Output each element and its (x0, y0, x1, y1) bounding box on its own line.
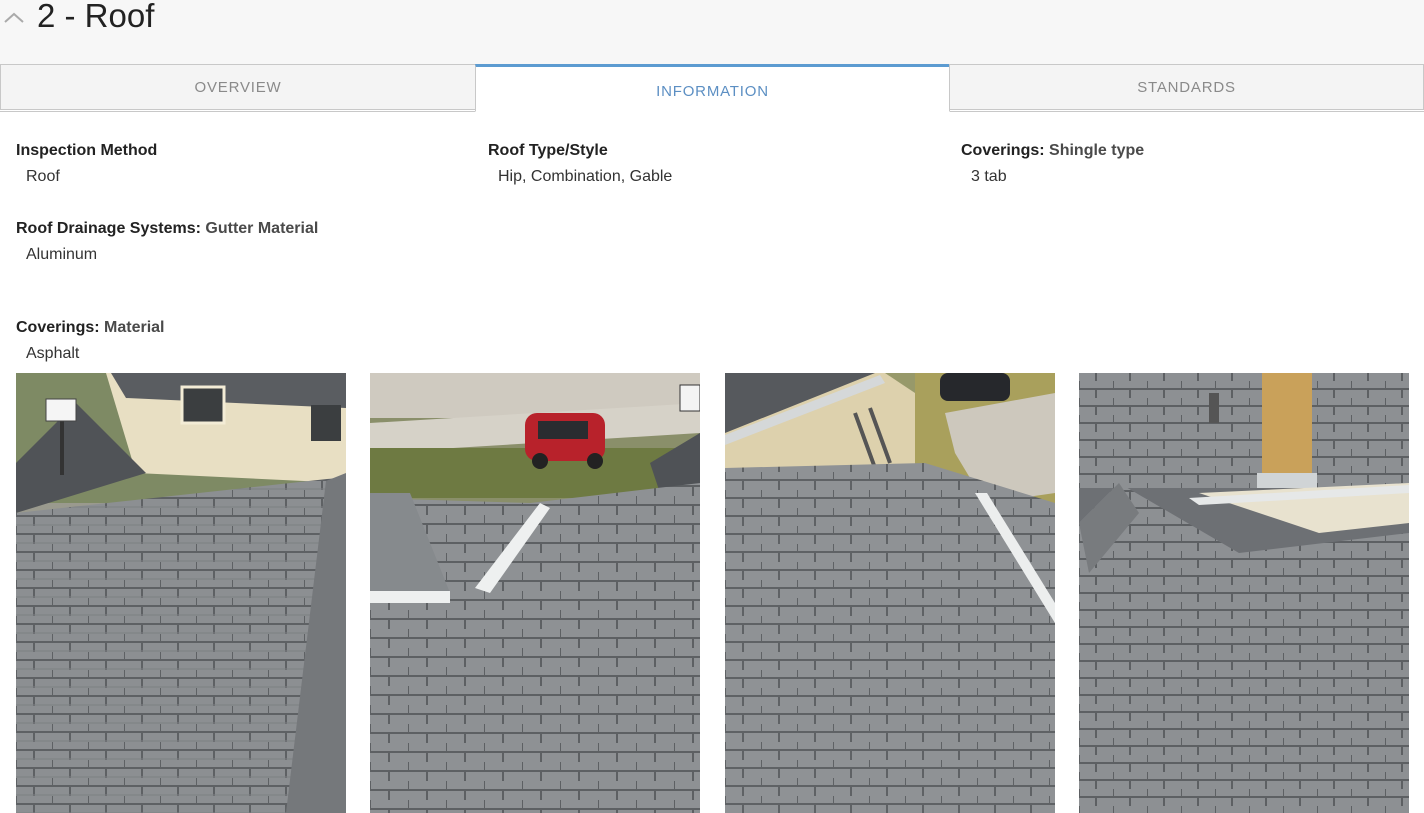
info-value: Roof (26, 168, 60, 185)
info-label: Roof Type/Style (488, 142, 608, 159)
info-value: Hip, Combination, Gable (498, 168, 673, 185)
tab-label: INFORMATION (656, 82, 769, 100)
roof-photo-2[interactable] (370, 373, 700, 813)
info-inspection-method: Inspection Method Roof (16, 141, 157, 187)
info-gutter-material: Roof Drainage Systems: Gutter Material A… (16, 219, 318, 265)
info-value: Asphalt (26, 345, 80, 362)
tab-label: OVERVIEW (194, 78, 282, 96)
tab-label: STANDARDS (1137, 78, 1236, 96)
roof-photo-3[interactable] (725, 373, 1055, 813)
info-value: 3 tab (971, 168, 1007, 185)
roof-photo-4[interactable] (1079, 373, 1409, 813)
info-label: Inspection Method (16, 142, 158, 159)
info-label: Coverings: Material (16, 319, 165, 336)
section-title: 2 - Roof (37, 0, 155, 34)
info-sublabel: Gutter Material (205, 220, 319, 237)
info-label: Coverings: Shingle type (961, 142, 1145, 159)
tab-standards[interactable]: STANDARDS (949, 64, 1424, 110)
info-roof-type: Roof Type/Style Hip, Combination, Gable (488, 141, 672, 187)
info-label: Roof Drainage Systems: Gutter Material (16, 220, 319, 237)
chevron-up-icon[interactable] (2, 6, 26, 30)
tab-bar: OVERVIEW INFORMATION STANDARDS (0, 64, 1424, 112)
info-sublabel: Material (104, 319, 165, 336)
section-header: 2 - Roof (0, 0, 1424, 64)
info-covering-material: Coverings: Material Asphalt (16, 318, 165, 364)
info-sublabel: Shingle type (1049, 142, 1145, 159)
car (525, 413, 605, 469)
tab-information[interactable]: INFORMATION (475, 64, 950, 112)
tab-overview[interactable]: OVERVIEW (0, 64, 476, 110)
info-shingle-type: Coverings: Shingle type 3 tab (961, 141, 1144, 187)
roof-photo-1[interactable] (16, 373, 346, 813)
info-value: Aluminum (26, 246, 98, 263)
